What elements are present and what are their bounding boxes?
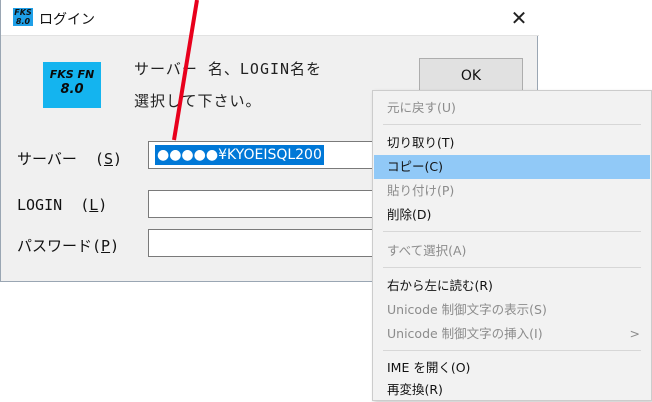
- arrow-line: [172, 0, 199, 141]
- red-arrow-annotation: [172, 0, 199, 141]
